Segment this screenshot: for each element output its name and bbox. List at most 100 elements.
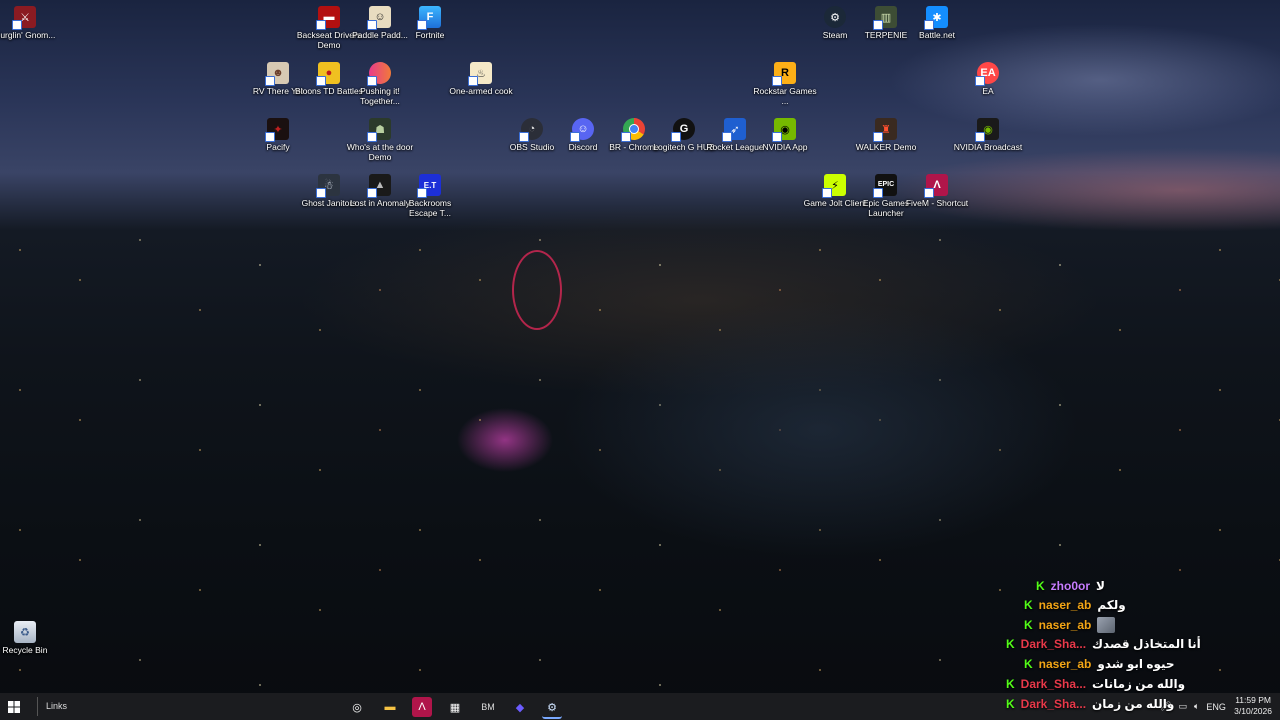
chat-username: Dark_Sha... [1020, 697, 1087, 711]
obs-icon: ◔ [519, 118, 543, 142]
desktop-icon-fivem[interactable]: Λ FiveM - Shortcut [900, 168, 974, 208]
clock-time: 11:59 PM [1235, 695, 1271, 705]
desktop-icon-label: FiveM - Shortcut [905, 198, 969, 208]
chat-text: لا [1096, 579, 1105, 593]
backrooms-icon: E.T [417, 174, 441, 198]
car-icon: ▬ [316, 6, 340, 30]
steam-icon: ⚙ [824, 6, 846, 28]
desktop-icon-label: Recycle Bin [2, 645, 48, 655]
desktop-icon-label: One-armed cook [449, 86, 513, 96]
desktop-icon-label: Rockstar Games ... [753, 86, 817, 106]
links-toolbar[interactable]: Links [37, 697, 67, 716]
chat-username: Dark_Sha... [1020, 637, 1087, 651]
rockstar-icon: R [772, 62, 796, 86]
desktop-icon-label: Fortnite [415, 30, 445, 40]
desktop-icon-pushing-it-together[interactable]: Pushing it! Together... [343, 56, 417, 106]
discord-icon: ☺ [570, 118, 594, 142]
fortnite-icon: F [417, 6, 441, 30]
anomaly-icon: ▲ [367, 174, 391, 198]
volume-icon[interactable]: 🔈︎ [1194, 701, 1199, 712]
kick-icon: K [1024, 657, 1033, 671]
chat-text: حيوه ابو شدو [1097, 657, 1175, 671]
terpenie-icon: ▥ [873, 6, 897, 30]
epic-games-icon: EPIC [873, 174, 897, 198]
chat-username: naser_ab [1038, 657, 1092, 671]
kick-icon: K [1006, 697, 1015, 711]
nvidia-broadcast-icon: ◉ [975, 118, 999, 142]
rv-there-yet-icon: ☻ [265, 62, 289, 86]
desktop-icon-walker-demo[interactable]: ♜ WALKER Demo [849, 112, 923, 152]
taskbar-diamond-app-icon[interactable]: ◆ [510, 697, 530, 717]
desktop-icon-label: Battle.net [919, 30, 955, 40]
desktop-icon-backrooms-escape[interactable]: E.T Backrooms Escape T... [393, 168, 467, 218]
clock[interactable]: 11:59 PM 3/10/2026 [1234, 695, 1272, 717]
chat-username: naser_ab [1038, 618, 1092, 632]
chat-message: K naser_ab حيوه ابو شدو [1024, 655, 1175, 673]
clock-date: 3/10/2026 [1234, 706, 1272, 716]
desktop-icon-label: EA [982, 86, 994, 96]
desktop-icon-label: Who's at the door Demo [346, 142, 414, 162]
start-button[interactable] [6, 699, 22, 715]
desktop-icon-recycle-bin[interactable]: ♻ Recycle Bin [0, 615, 62, 655]
chat-text: والله من زمان [1092, 697, 1175, 711]
desktop-icon-burglin-gnomes[interactable]: ⚔ Burglin' Gnom... [0, 0, 62, 40]
desktop-icon-one-armed-cook[interactable]: ♨ One-armed cook [444, 56, 518, 96]
chat-message: K Dark_Sha... والله من زمان [1006, 695, 1174, 713]
nvidia-icon: ◉ [772, 118, 796, 142]
desktop-icon-ea[interactable]: EA EA [951, 56, 1025, 96]
kick-icon: K [1036, 579, 1045, 593]
rocket-league-icon: ➶ [722, 118, 746, 142]
chat-text: أنا المتخاذل قصدك [1092, 637, 1201, 651]
desktop-icon-whos-at-the-door[interactable]: ☗ Who's at the door Demo [343, 112, 417, 162]
game-jolt-icon: ⚡ [822, 174, 846, 198]
desktop-icon-label: NVIDIA App [762, 142, 808, 152]
ea-icon: EA [975, 62, 999, 86]
taskbar-obs-icon[interactable]: ◎ [347, 697, 367, 717]
chat-emote-image [1097, 617, 1116, 633]
desktop-icon-nvidia-app[interactable]: ◉ NVIDIA App [748, 112, 822, 152]
chat-message: K zho0or لا [1036, 577, 1105, 595]
chat-message: K Dark_Sha... أنا المتخاذل قصدك [1006, 635, 1201, 653]
pacify-icon: ✦ [265, 118, 289, 142]
network-icon[interactable]: ▭ [1178, 701, 1187, 712]
chat-username: naser_ab [1038, 598, 1092, 612]
chat-message: K naser_ab ولكم [1024, 596, 1126, 614]
desktop-icon-label: NVIDIA Broadcast [953, 142, 1023, 152]
pushing-it-icon [367, 62, 391, 86]
fivem-icon: Λ [924, 174, 948, 198]
wallpaper-ferris-wheel [512, 250, 562, 330]
logitech-icon: G [671, 118, 695, 142]
chat-username: Dark_Sha... [1020, 677, 1087, 691]
recycle-bin-icon: ♻ [14, 621, 36, 643]
door-icon: ☗ [367, 118, 391, 142]
desktop-icon-label: Burglin' Gnom... [0, 30, 56, 40]
chat-message: K naser_ab [1024, 616, 1116, 634]
burglin-gnomes-icon: ⚔ [12, 6, 36, 30]
desktop-icon-nvidia-broadcast[interactable]: ◉ NVIDIA Broadcast [951, 112, 1025, 152]
chat-text: والله من زمانات [1092, 677, 1186, 691]
taskbar-steam-icon[interactable]: ⚙ [542, 697, 562, 719]
chat-message: K Dark_Sha... والله من زمانات [1006, 675, 1185, 693]
taskbar-bm-app-icon[interactable]: BM [478, 697, 498, 717]
chrome-icon [621, 118, 645, 142]
kick-icon: K [1024, 618, 1033, 632]
kick-icon: K [1024, 598, 1033, 612]
taskbar-store-icon[interactable]: ▦ [445, 697, 465, 717]
desktop-icon-fortnite[interactable]: F Fortnite [393, 0, 467, 40]
taskbar-fivem-icon[interactable]: Λ [412, 697, 432, 717]
kick-icon: K [1006, 677, 1015, 691]
language-indicator[interactable]: ENG [1206, 702, 1226, 712]
ghost-janitors-icon: ☃ [316, 174, 340, 198]
chat-username: zho0or [1050, 579, 1091, 593]
desktop-icon-label: Pushing it! Together... [360, 86, 400, 106]
bloons-icon: ● [316, 62, 340, 86]
walker-icon: ♜ [873, 118, 897, 142]
desktop-icon-pacify[interactable]: ✦ Pacify [241, 112, 315, 152]
chat-text: ولكم [1097, 598, 1126, 612]
desktop-icon-battle-net[interactable]: ✱ Battle.net [900, 0, 974, 40]
desktop-icon-rockstar-games[interactable]: R Rockstar Games ... [748, 56, 822, 106]
desktop-icon-label: Backrooms Escape T... [408, 198, 452, 218]
battle-net-icon: ✱ [924, 6, 948, 30]
taskbar-file-explorer-icon[interactable]: ▬ [380, 697, 400, 717]
cook-icon: ♨ [468, 62, 492, 86]
